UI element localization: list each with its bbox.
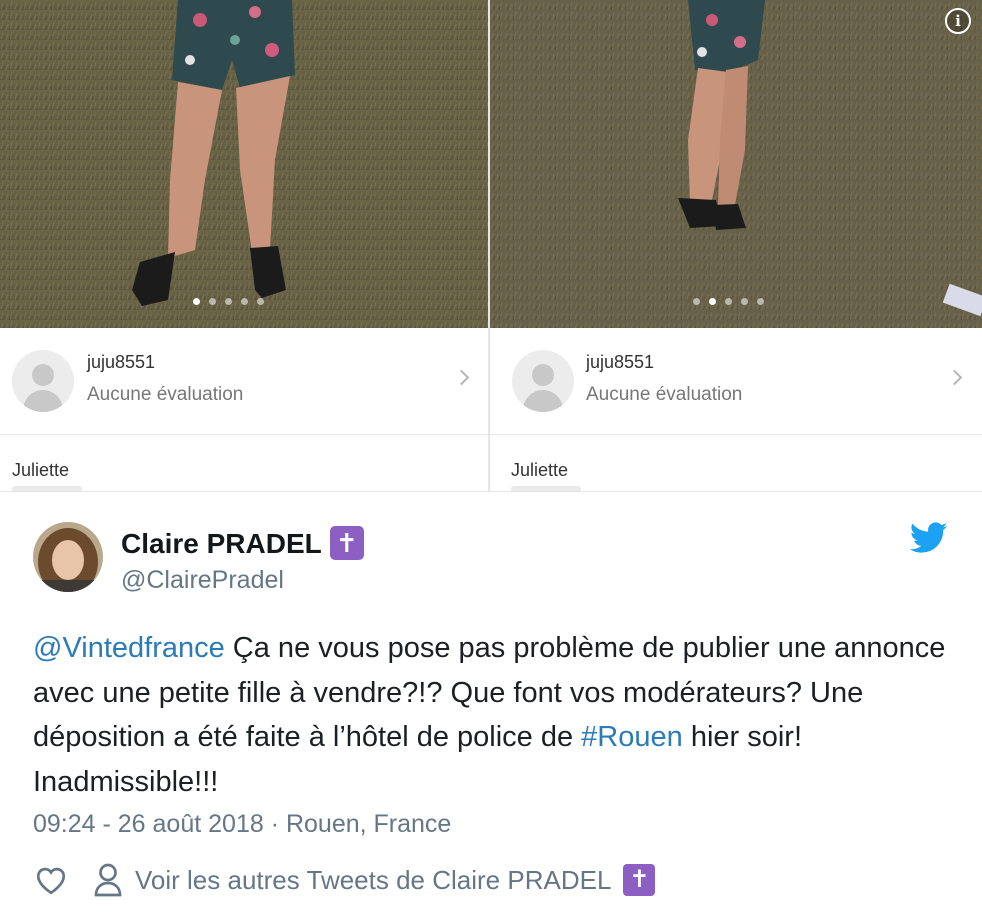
seller-avatar: [12, 350, 74, 412]
pager-dot[interactable]: [241, 298, 248, 305]
more-tweets-link[interactable]: Voir les autres Tweets de Claire PRADEL: [135, 865, 611, 896]
pager-dot[interactable]: [741, 298, 748, 305]
heart-icon[interactable]: [33, 862, 69, 898]
embedded-screenshot: juju8551 Aucune évaluation Juliette juju…: [0, 0, 982, 492]
pager-dot[interactable]: [757, 298, 764, 305]
listing-card-left: juju8551 Aucune évaluation Juliette: [0, 0, 489, 492]
pager-dot[interactable]: [725, 298, 732, 305]
pager-dot[interactable]: [225, 298, 232, 305]
seller-name: juju8551: [87, 352, 156, 372]
listing-card-right: juju8551 Aucune évaluation Juliette: [490, 0, 982, 492]
twitter-bird-icon[interactable]: [910, 522, 948, 554]
latin-cross-icon: ✝: [329, 525, 364, 560]
seller-avatar: [512, 350, 574, 412]
listing-title: Juliette: [12, 460, 70, 480]
seller-row-left[interactable]: juju8551 Aucune évaluation: [0, 328, 489, 435]
seller-row-right[interactable]: juju8551 Aucune évaluation: [490, 328, 982, 435]
latin-cross-icon: ✝: [623, 864, 656, 896]
author-handle[interactable]: @ClairePradel: [121, 566, 284, 595]
media-bottom-border: [0, 491, 982, 492]
listing-photo-right[interactable]: [490, 0, 982, 328]
person-icon: [94, 863, 122, 897]
mention-link[interactable]: @Vintedfrance: [33, 632, 225, 664]
hashtag-link[interactable]: #Rouen: [581, 721, 683, 753]
author-name[interactable]: Claire PRADEL ✝: [121, 525, 364, 563]
pager-dot[interactable]: [257, 298, 264, 305]
photo-pager-right[interactable]: [693, 298, 764, 305]
tweet-actions: Voir les autres Tweets de Claire PRADEL …: [33, 860, 656, 900]
pager-dot[interactable]: [209, 298, 216, 305]
tweet-timestamp[interactable]: 09:24 - 26 août 2018 · Rouen, France: [33, 810, 451, 839]
chevron-right-icon: [946, 369, 963, 386]
listing-photo-left[interactable]: [0, 0, 489, 328]
chevron-right-icon: [453, 369, 470, 386]
photo-pager-left[interactable]: [193, 298, 264, 305]
pager-dot[interactable]: [693, 298, 700, 305]
info-icon[interactable]: i: [945, 8, 971, 34]
pager-dot[interactable]: [193, 298, 200, 305]
author-avatar[interactable]: [33, 522, 103, 592]
pager-dot[interactable]: [709, 298, 716, 305]
listing-title: Juliette: [511, 460, 569, 480]
seller-rating: Aucune évaluation: [87, 384, 244, 405]
tweet-text: @Vintedfrance Ça ne vous pose pas problè…: [33, 626, 953, 804]
seller-rating: Aucune évaluation: [586, 384, 743, 405]
seller-name: juju8551: [586, 352, 655, 372]
